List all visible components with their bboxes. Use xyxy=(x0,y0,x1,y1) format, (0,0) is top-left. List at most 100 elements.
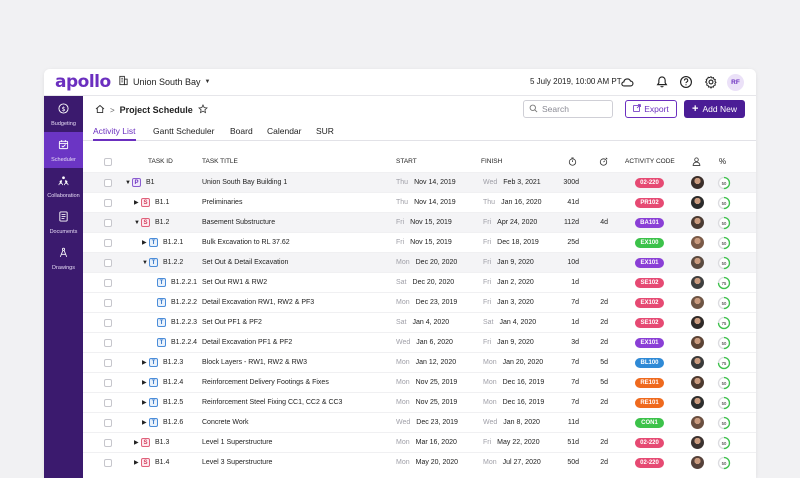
row-checkbox[interactable] xyxy=(104,193,112,212)
table-row[interactable]: T B1.2.2.1 Set Out RW1 & RW2 Sat Dec 20, 202… xyxy=(83,272,756,292)
search-input[interactable] xyxy=(542,104,612,114)
export-button[interactable]: Export xyxy=(625,100,677,118)
assignee-avatar[interactable] xyxy=(691,216,704,229)
table-row[interactable]: ▶ T B1.2.4 Reinforcement Delivery Footings … xyxy=(83,372,756,392)
row-checkbox[interactable] xyxy=(104,273,112,292)
sidebar-item-documents[interactable]: Documents xyxy=(44,204,83,240)
timer-icon[interactable] xyxy=(568,151,577,172)
row-checkbox[interactable] xyxy=(104,413,112,432)
activity-code-badge[interactable]: EX102 xyxy=(635,297,664,308)
task-title[interactable]: Detail Excavation RW1, RW2 & PF3 xyxy=(202,293,314,312)
assignee-avatar[interactable] xyxy=(691,176,704,189)
tab-board[interactable]: Board xyxy=(230,126,253,141)
row-checkbox[interactable] xyxy=(104,433,112,452)
caret-right-icon[interactable]: ▶ xyxy=(134,439,141,446)
sidebar-item-budgeting[interactable]: $ Budgeting xyxy=(44,96,83,132)
caret-right-icon[interactable]: ▶ xyxy=(134,199,141,206)
sidebar-item-collaboration[interactable]: Collaboration xyxy=(44,168,83,204)
task-title[interactable]: Set Out RW1 & RW2 xyxy=(202,273,267,292)
caret-right-icon[interactable]: ▶ xyxy=(142,359,149,366)
task-title[interactable]: Bulk Excavation to RL 37.62 xyxy=(202,233,290,252)
table-row[interactable]: ▼ T B1.2.2 Set Out & Detail Excavation Mon De… xyxy=(83,252,756,272)
row-checkbox[interactable] xyxy=(104,353,112,372)
task-title[interactable]: Set Out & Detail Excavation xyxy=(202,253,288,272)
tab-gantt-scheduler[interactable]: Gantt Scheduler xyxy=(153,126,214,141)
assignee-avatar[interactable] xyxy=(691,276,704,289)
activity-code-badge[interactable]: RE101 xyxy=(635,397,664,408)
task-title[interactable]: Union South Bay Building 1 xyxy=(202,173,287,192)
row-checkbox[interactable] xyxy=(104,233,112,252)
bell-icon[interactable] xyxy=(654,74,670,90)
assignee-avatar[interactable] xyxy=(691,256,704,269)
table-row[interactable]: ▶ S B1.3 Level 1 Superstructure Mon Mar 16, 2… xyxy=(83,432,756,452)
task-title[interactable]: Level 3 Superstructure xyxy=(202,453,272,472)
assignee-avatar[interactable] xyxy=(691,456,704,469)
caret-right-icon[interactable]: ▶ xyxy=(142,399,149,406)
table-row[interactable]: ▶ S B1.4 Level 3 Superstructure Mon May 20, 2… xyxy=(83,452,756,472)
table-row[interactable]: T B1.2.2.3 Set Out PF1 & PF2 Sat Jan 4, 2020… xyxy=(83,312,756,332)
add-new-button[interactable]: + Add New xyxy=(684,100,745,118)
row-checkbox[interactable] xyxy=(104,393,112,412)
row-checkbox[interactable] xyxy=(104,213,112,232)
table-row[interactable]: ▼ P B1 Union South Bay Building 1 Thu Nov 14,… xyxy=(83,172,756,192)
assignee-avatar[interactable] xyxy=(691,436,704,449)
cloud-icon[interactable] xyxy=(619,74,635,90)
project-selector[interactable]: Union South Bay ▼ xyxy=(118,75,211,88)
header-task-title[interactable]: TASK TITLE xyxy=(202,151,238,172)
caret-right-icon[interactable]: ▶ xyxy=(134,459,141,466)
assignee-avatar[interactable] xyxy=(691,356,704,369)
task-title[interactable]: Reinforcement Delivery Footings & Fixes xyxy=(202,373,329,392)
header-finish[interactable]: FINISH xyxy=(481,151,502,172)
caret-right-icon[interactable]: ▶ xyxy=(142,379,149,386)
activity-code-badge[interactable]: SE102 xyxy=(635,277,664,288)
activity-code-badge[interactable]: EX101 xyxy=(635,337,664,348)
caret-down-icon[interactable]: ▼ xyxy=(125,180,132,186)
activity-code-badge[interactable]: 02-220 xyxy=(635,177,664,188)
task-title[interactable]: Basement Substructure xyxy=(202,213,275,232)
table-row[interactable]: ▶ T B1.2.3 Block Layers - RW1, RW2 & RW3 Mon… xyxy=(83,352,756,372)
row-checkbox[interactable] xyxy=(104,293,112,312)
task-title[interactable]: Set Out PF1 & PF2 xyxy=(202,313,262,332)
table-row[interactable]: ▶ T B1.2.1 Bulk Excavation to RL 37.62 Fri No… xyxy=(83,232,756,252)
caret-right-icon[interactable]: ▶ xyxy=(142,419,149,426)
row-checkbox[interactable] xyxy=(104,253,112,272)
assignee-avatar[interactable] xyxy=(691,416,704,429)
row-checkbox[interactable] xyxy=(104,173,112,192)
activity-code-badge[interactable]: PR102 xyxy=(635,197,664,208)
activity-code-badge[interactable]: SE102 xyxy=(635,317,664,328)
table-row[interactable]: ▶ T B1.2.6 Concrete Work Wed Dec 23, 2019 Wed J… xyxy=(83,412,756,432)
select-all-checkbox[interactable] xyxy=(104,151,112,172)
task-title[interactable]: Level 1 Superstructure xyxy=(202,433,272,452)
table-row[interactable]: ▶ T B1.2.5 Reinforcement Steel Fixing CC1, … xyxy=(83,392,756,412)
user-avatar[interactable]: RF xyxy=(727,74,744,91)
home-icon[interactable] xyxy=(95,104,105,116)
table-row[interactable]: T B1.2.2.4 Detail Excavation PF1 & PF2 Wed J… xyxy=(83,332,756,352)
header-task-id[interactable]: TASK ID xyxy=(148,151,173,172)
assignee-avatar[interactable] xyxy=(691,316,704,329)
tab-sur[interactable]: SUR xyxy=(316,126,334,141)
assignee-avatar[interactable] xyxy=(691,196,704,209)
task-title[interactable]: Block Layers - RW1, RW2 & RW3 xyxy=(202,353,307,372)
header-percent[interactable]: % xyxy=(719,151,726,172)
assignee-avatar[interactable] xyxy=(691,236,704,249)
row-checkbox[interactable] xyxy=(104,453,112,472)
caret-down-icon[interactable]: ▼ xyxy=(142,260,149,266)
table-row[interactable]: ▼ S B1.2 Basement Substructure Fri Nov 15, 20… xyxy=(83,212,756,232)
float-timer-icon[interactable] xyxy=(599,151,608,172)
task-title[interactable]: Detail Excavation PF1 & PF2 xyxy=(202,333,292,352)
task-title[interactable]: Reinforcement Steel Fixing CC1, CC2 & CC… xyxy=(202,393,342,412)
person-icon[interactable] xyxy=(692,151,701,172)
activity-code-badge[interactable]: 02-220 xyxy=(635,457,664,468)
gear-icon[interactable] xyxy=(703,74,719,90)
app-logo[interactable]: apollo xyxy=(55,72,111,92)
star-icon[interactable] xyxy=(197,104,208,116)
activity-code-badge[interactable]: EX100 xyxy=(635,237,664,248)
row-checkbox[interactable] xyxy=(104,373,112,392)
activity-code-badge[interactable]: CON1 xyxy=(635,417,664,428)
row-checkbox[interactable] xyxy=(104,313,112,332)
assignee-avatar[interactable] xyxy=(691,376,704,389)
header-start[interactable]: START xyxy=(396,151,417,172)
sidebar-item-scheduler[interactable]: Scheduler xyxy=(44,132,83,168)
caret-down-icon[interactable]: ▼ xyxy=(134,220,141,226)
task-title[interactable]: Preliminaries xyxy=(202,193,242,212)
